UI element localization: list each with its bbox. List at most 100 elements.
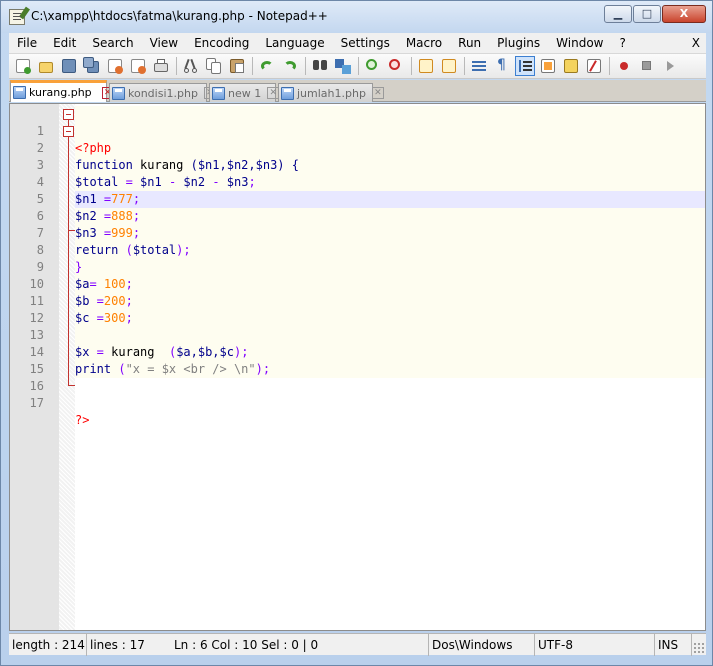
toolbar-separator [464, 57, 465, 75]
replace-icon[interactable] [333, 56, 353, 76]
menu-run[interactable]: Run [450, 33, 489, 53]
menu-settings[interactable]: Settings [333, 33, 398, 53]
tab-label: new 1 [228, 86, 262, 100]
code-line: 13 $x = kurang ($a,$b,$c); [10, 310, 705, 359]
tab-label: kurang.php [29, 86, 92, 99]
menu-bar: File Edit Search View Encoding Language … [9, 33, 706, 53]
new-file-icon[interactable] [13, 56, 33, 76]
word-wrap-icon[interactable] [469, 56, 489, 76]
code-line: 9 $a= 100; [10, 242, 705, 291]
status-lines: lines : 17 [90, 638, 145, 652]
minimize-button[interactable]: ▁ [604, 5, 632, 23]
code-line: 8 } [10, 225, 705, 274]
line-number: 17 [29, 396, 44, 410]
title-bar[interactable]: C:\xampp\htdocs\fatma\kurang.php - Notep… [1, 1, 712, 33]
redo-icon[interactable] [280, 56, 300, 76]
zoom-in-icon[interactable] [363, 56, 383, 76]
status-eol: Dos\Windows [429, 634, 535, 656]
close-document-button[interactable]: X [692, 33, 700, 53]
function-list-icon[interactable] [584, 56, 604, 76]
code-line: 2 function kurang ($n1,$n2,$n3) { [10, 123, 705, 172]
indent-guide-icon[interactable] [515, 56, 535, 76]
menu-edit[interactable]: Edit [45, 33, 84, 53]
menu-view[interactable]: View [142, 33, 186, 53]
tab-kurang-php[interactable]: kurang.php ✕ [10, 80, 114, 102]
status-position: Ln : 6 Col : 10 Sel : 0 | 0 [171, 634, 429, 656]
code-line: 10 $b =200; [10, 259, 705, 308]
tab-label: kondisi1.php [128, 86, 198, 100]
notepadpp-window: C:\xampp\htdocs\fatma\kurang.php - Notep… [0, 0, 713, 666]
stop-macro-icon[interactable] [637, 56, 657, 76]
menu-plugins[interactable]: Plugins [489, 33, 548, 53]
toolbar-separator [358, 57, 359, 75]
notepadpp-app-icon [9, 6, 30, 25]
cut-icon[interactable] [181, 56, 201, 76]
window-controls: ▁ □ X [603, 5, 706, 23]
play-macro-icon[interactable] [660, 56, 680, 76]
code-line: 11 $c =300; [10, 276, 705, 325]
menu-encoding[interactable]: Encoding [186, 33, 257, 53]
close-icon[interactable] [105, 56, 125, 76]
window-title: C:\xampp\htdocs\fatma\kurang.php - Notep… [31, 9, 328, 23]
php-close-tag: ?> [75, 413, 90, 427]
menu-macro[interactable]: Macro [398, 33, 450, 53]
maximize-button[interactable]: □ [633, 5, 661, 23]
record-macro-icon[interactable] [614, 56, 634, 76]
copy-icon[interactable] [204, 56, 224, 76]
code-editor[interactable]: 1 <?php 2 function kurang ($n1,$n2,$n3) … [9, 103, 706, 631]
user-lang-icon[interactable] [538, 56, 558, 76]
toolbar-separator [411, 57, 412, 75]
tab-jumlah1-php[interactable]: jumlah1.php ✕ [278, 83, 384, 102]
status-encoding: UTF-8 [535, 634, 655, 656]
code-line: 7 return ($total); [10, 208, 705, 257]
zoom-out-icon[interactable] [386, 56, 406, 76]
code-line: 1 <?php [10, 106, 705, 155]
toolbar-separator [305, 57, 306, 75]
close-all-icon[interactable] [128, 56, 148, 76]
tab-label: jumlah1.php [297, 86, 366, 100]
status-bar: length : 214 lines : 17 Ln : 6 Col : 10 … [9, 633, 706, 656]
tab-bar: kurang.php ✕ kondisi1.php ✕ new 1 ✕ juml… [9, 80, 706, 102]
undo-icon[interactable] [257, 56, 277, 76]
menu-language[interactable]: Language [257, 33, 332, 53]
tab-kondisi1-php[interactable]: kondisi1.php ✕ [109, 83, 216, 102]
menu-help[interactable]: ? [611, 33, 633, 53]
code-lines: 1 <?php 2 function kurang ($n1,$n2,$n3) … [10, 106, 705, 427]
status-length: length : 214 [9, 634, 87, 656]
show-all-chars-icon[interactable]: ¶ [492, 56, 512, 76]
code-line: 16 [10, 361, 705, 393]
code-line: 15 [10, 344, 705, 376]
find-icon[interactable] [310, 56, 330, 76]
close-window-button[interactable]: X [662, 5, 706, 23]
code-line: 5 $n2 =888; [10, 174, 705, 223]
toolbar-separator [252, 57, 253, 75]
status-insert-mode: INS [655, 634, 692, 656]
print-icon[interactable] [151, 56, 171, 76]
toolbar: ¶ [9, 53, 706, 79]
tab-new-1[interactable]: new 1 ✕ [209, 83, 280, 102]
toolbar-separator [609, 57, 610, 75]
code-line-current: 6 $n3 =999; [10, 191, 705, 240]
saved-file-icon [281, 86, 294, 100]
saved-file-icon [212, 86, 225, 100]
code-line: 12 [10, 293, 705, 325]
open-file-icon[interactable] [36, 56, 56, 76]
doc-map-icon[interactable] [561, 56, 581, 76]
saved-file-icon [112, 86, 125, 100]
code-line: 17 ?> [10, 378, 705, 427]
code-line: 3 $total = $n1 - $n2 - $n3; [10, 140, 705, 189]
saved-file-icon [13, 86, 26, 99]
sync-horizontal-icon[interactable] [439, 56, 459, 76]
resize-grip[interactable] [693, 642, 705, 654]
tab-close-icon[interactable]: ✕ [371, 87, 384, 99]
menu-file[interactable]: File [9, 33, 45, 53]
menu-search[interactable]: Search [84, 33, 141, 53]
save-icon[interactable] [59, 56, 79, 76]
save-all-icon[interactable] [82, 56, 102, 76]
sync-vertical-icon[interactable] [416, 56, 436, 76]
paste-icon[interactable] [227, 56, 247, 76]
code-line: 4 $n1 =777; [10, 157, 705, 206]
toolbar-separator [176, 57, 177, 75]
code-line: 14 print ("x = $x <br /> \n"); [10, 327, 705, 376]
menu-window[interactable]: Window [548, 33, 611, 53]
